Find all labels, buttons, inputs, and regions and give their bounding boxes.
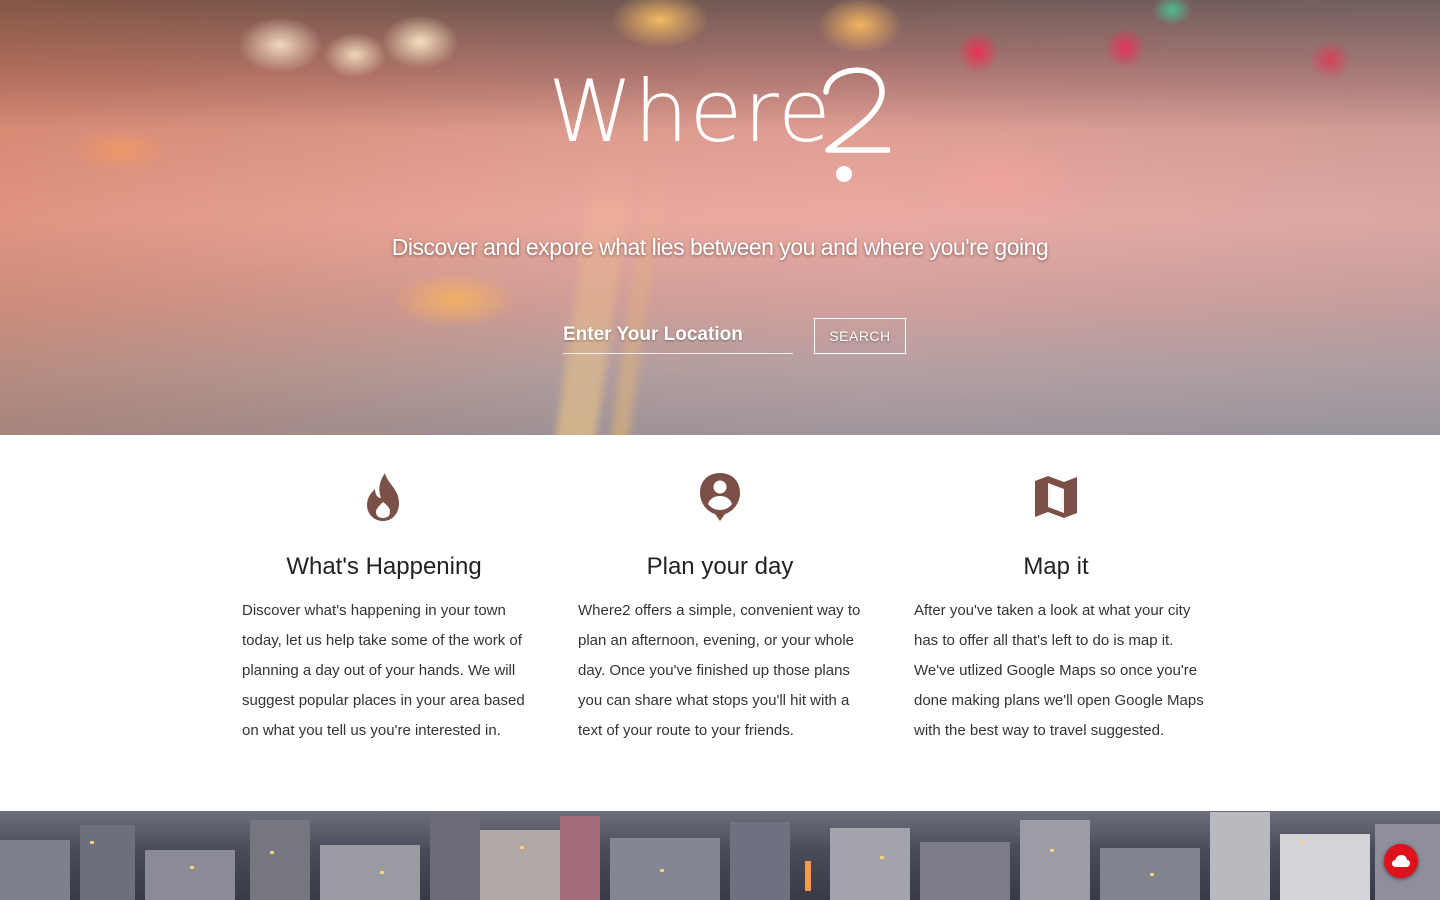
logo-wordmark: Where — [548, 62, 832, 162]
feature-title: What's Happening — [286, 553, 482, 580]
feature-description: Where2 offers a simple, convenient way t… — [578, 602, 861, 739]
cloud-icon — [1392, 855, 1410, 867]
feature-title: Map it — [1023, 553, 1089, 580]
site-logo[interactable]: Where — [548, 62, 890, 187]
logo-question-two-icon — [823, 67, 890, 182]
search-button[interactable]: SEARCH — [814, 318, 906, 354]
hero-tagline: Discover and expore what lies between yo… — [391, 234, 1049, 260]
feature-title: Plan your day — [646, 553, 794, 580]
map-icon — [1035, 476, 1077, 518]
city-skyline-banner — [0, 811, 1440, 900]
location-input[interactable] — [563, 316, 793, 354]
cloud-button[interactable] — [1384, 844, 1418, 878]
features-section: What's Happening Discover what's happeni… — [0, 435, 1440, 811]
feature-description: After you've taken a look at what your c… — [914, 602, 1204, 739]
location-search-form: SEARCH — [563, 316, 908, 356]
person-pin-icon — [700, 473, 740, 521]
fire-icon — [367, 473, 399, 521]
hero-banner: Where Discover and expore what lies betw… — [0, 0, 1440, 435]
feature-description: Discover what's happening in your town t… — [242, 602, 525, 739]
